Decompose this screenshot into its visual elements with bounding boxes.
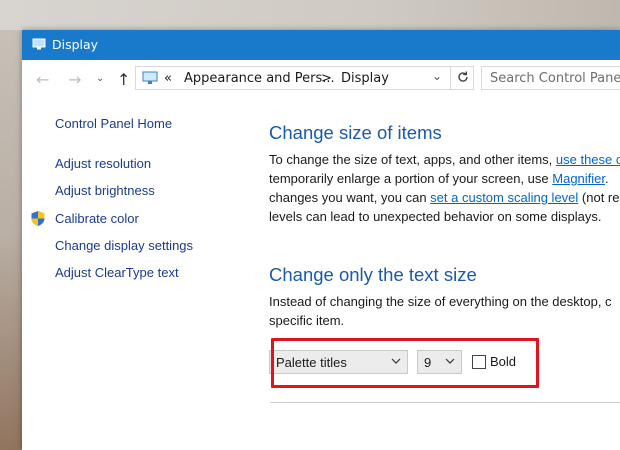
window-title: Display <box>52 37 99 52</box>
up-arrow-icon[interactable]: ↑ <box>117 70 130 89</box>
sidebar-item-calibrate-color[interactable]: Calibrate color <box>55 211 139 226</box>
recent-locations-chevron-icon[interactable]: ⌄ <box>96 73 104 84</box>
shield-icon <box>31 211 45 226</box>
desktop-background <box>0 0 620 30</box>
display-window: Display ← → ⌄ ↑ « Appearance and Pers...… <box>22 30 620 450</box>
back-arrow-icon[interactable]: ← <box>36 70 49 89</box>
title-bar[interactable]: Display <box>22 30 620 60</box>
section-title-change-size-of-items: Change size of items <box>269 122 442 143</box>
section-title-change-text-size: Change only the text size <box>269 264 477 285</box>
paragraph-line: specific item. <box>269 313 345 328</box>
paragraph-line: levels can lead to unexpected behavior o… <box>269 209 602 224</box>
highlight-box <box>271 338 539 388</box>
use-these-link[interactable]: use these c <box>556 152 620 167</box>
sidebar-item-adjust-resolution[interactable]: Adjust resolution <box>55 156 151 171</box>
breadcrumb-overflow[interactable]: « <box>164 71 172 86</box>
refresh-button[interactable] <box>450 66 474 90</box>
breadcrumb-separator[interactable]: > <box>321 71 332 86</box>
divider <box>270 402 620 403</box>
sidebar-item-control-panel-home[interactable]: Control Panel Home <box>55 116 172 131</box>
breadcrumb-item-display[interactable]: Display <box>341 71 389 86</box>
monitor-icon <box>32 38 46 50</box>
paragraph-line: Instead of changing the size of everythi… <box>269 294 612 309</box>
paragraph-line: temporarily enlarge a portion of your sc… <box>269 171 609 186</box>
monitor-icon <box>142 71 158 84</box>
custom-scaling-level-link[interactable]: set a custom scaling level <box>430 190 578 205</box>
paragraph-line: changes you want, you can set a custom s… <box>269 190 620 205</box>
forward-arrow-icon[interactable]: → <box>68 70 81 89</box>
magnifier-link[interactable]: Magnifier <box>552 171 605 186</box>
sidebar-item-change-display-settings[interactable]: Change display settings <box>55 238 193 253</box>
refresh-icon <box>458 71 468 82</box>
breadcrumb-item-appearance[interactable]: Appearance and Pers... <box>184 71 335 86</box>
paragraph-line: To change the size of text, apps, and ot… <box>269 150 620 169</box>
sidebar-item-adjust-cleartype-text[interactable]: Adjust ClearType text <box>55 265 179 280</box>
address-dropdown-chevron-icon[interactable]: ⌄ <box>432 69 442 83</box>
sidebar-item-adjust-brightness[interactable]: Adjust brightness <box>55 183 155 198</box>
search-input[interactable]: Search Control Panel <box>481 66 620 90</box>
address-bar[interactable]: « Appearance and Pers... > Display ⌄ <box>135 66 474 90</box>
